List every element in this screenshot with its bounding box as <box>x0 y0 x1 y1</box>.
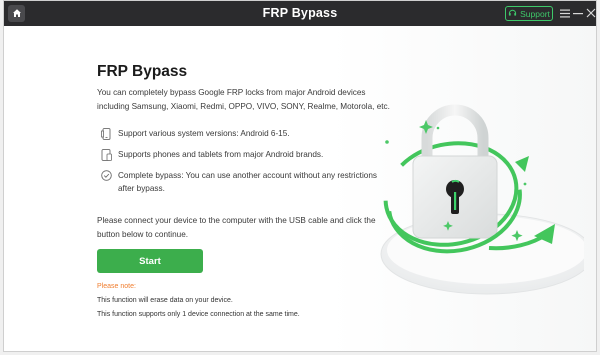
phone-tablet-icon <box>100 148 112 161</box>
minimize-icon[interactable] <box>572 7 584 19</box>
intro-text: You can completely bypass Google FRP loc… <box>97 88 390 111</box>
feature-item-versions: Support various system versions: Android… <box>100 127 383 140</box>
page-title: FRP Bypass <box>97 63 188 80</box>
headset-icon <box>508 8 517 19</box>
note-title: Please note: <box>97 283 136 290</box>
phone-versions-icon <box>100 127 112 140</box>
support-label: Support <box>520 8 550 19</box>
feature-text: Support various system versions: Android… <box>118 129 290 138</box>
feature-item-devices: Supports phones and tablets from major A… <box>100 148 383 161</box>
support-button[interactable]: Support <box>505 6 553 21</box>
title-bar: FRP Bypass Support <box>4 1 596 26</box>
note-line: This function supports only 1 device con… <box>97 311 300 318</box>
note-line: This function will erase data on your de… <box>97 297 233 304</box>
main-content: FRP Bypass You can completely bypass Goo… <box>4 26 596 351</box>
padlock-illustration-icon <box>369 86 594 316</box>
check-circle-icon <box>100 169 112 182</box>
close-icon[interactable] <box>585 7 596 19</box>
feature-item-complete-bypass: Complete bypass: You can use another acc… <box>100 169 383 195</box>
menu-icon[interactable] <box>559 7 571 19</box>
app-window: FRP Bypass Support FRP Bypass You can co… <box>3 0 597 352</box>
start-button[interactable]: Start <box>97 249 203 273</box>
feature-text: Complete bypass: You can use another acc… <box>118 171 377 193</box>
instruction-text: Please connect your device to the comput… <box>97 216 376 239</box>
feature-text: Supports phones and tablets from major A… <box>118 150 324 159</box>
